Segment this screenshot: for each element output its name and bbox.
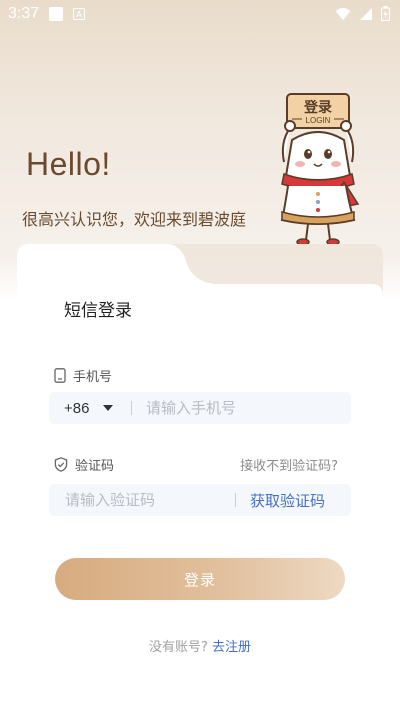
notification-square-icon <box>49 7 64 21</box>
battery-icon <box>381 6 390 21</box>
get-code-button[interactable]: 获取验证码 <box>250 490 325 511</box>
phone-input-row: +86 <box>49 392 351 424</box>
login-button[interactable]: 登录 <box>55 558 345 600</box>
status-icons <box>335 6 390 21</box>
mascot-illustration: 登录 LOGIN <box>280 93 360 246</box>
phone-field-label: 手机号 <box>54 366 112 385</box>
status-time: 3:37 <box>8 5 40 22</box>
phone-input[interactable] <box>146 399 336 417</box>
divider <box>235 493 236 507</box>
phone-icon <box>54 368 66 383</box>
tab-sms-login[interactable]: 短信登录 <box>64 296 132 321</box>
greeting-title: Hello! <box>26 146 111 182</box>
divider <box>131 401 132 415</box>
phone-label-text: 手机号 <box>73 370 113 385</box>
country-code-value: +86 <box>64 399 90 417</box>
shield-check-icon <box>54 457 68 472</box>
register-link[interactable]: 去注册 <box>212 640 251 655</box>
register-row: 没有账号? 去注册 <box>0 636 400 655</box>
code-not-received-link[interactable]: 接收不到验证码? <box>240 455 338 474</box>
country-code-select[interactable]: +86 <box>49 400 129 417</box>
welcome-text: 很高兴认识您，欢迎来到碧波庭 <box>22 210 247 229</box>
code-field-label: 验证码 <box>54 455 114 474</box>
chevron-down-icon <box>103 405 114 411</box>
mascot-sign-text: 登录 <box>303 99 332 116</box>
status-bar: 3:37 A <box>0 0 400 28</box>
code-label-text: 验证码 <box>75 459 115 474</box>
register-prompt: 没有账号? <box>149 640 208 655</box>
mascot-sign-subtext: LOGIN <box>306 116 331 125</box>
code-input[interactable] <box>65 491 235 509</box>
wifi-icon <box>335 7 351 20</box>
a-icon: A <box>73 8 86 20</box>
code-input-row: 获取验证码 <box>49 484 351 516</box>
signal-icon <box>360 7 372 20</box>
